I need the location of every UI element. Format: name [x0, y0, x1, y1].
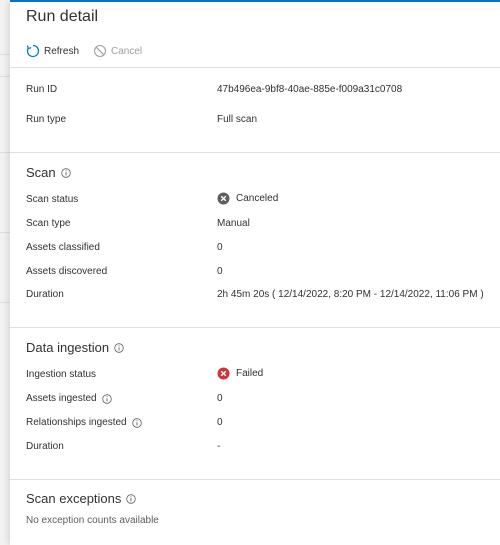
info-icon[interactable]: [114, 342, 124, 353]
assets-discovered-label: Assets discovered: [26, 266, 108, 277]
ingestion-status-text: Failed: [236, 368, 264, 379]
info-icon[interactable]: [126, 493, 137, 504]
refresh-button[interactable]: Refresh: [26, 44, 79, 58]
background-divider: [0, 152, 10, 153]
refresh-label: Refresh: [44, 45, 80, 57]
relationships-ingested-text: Relationships ingested: [26, 417, 127, 428]
scan-type-value: Manual: [217, 218, 250, 229]
assets-classified-value: 0: [217, 242, 223, 253]
scan-section-title: Scan: [26, 165, 71, 180]
ingestion-status-value: Failed: [217, 367, 263, 380]
ingestion-section-title: Data ingestion: [26, 340, 124, 355]
exceptions-section-title: Scan exceptions: [26, 491, 137, 506]
run-detail-panel: Run detail Refresh Cancel Run ID 47b496e…: [10, 2, 500, 545]
scan-duration-label: Duration: [26, 289, 64, 300]
background-divider: [0, 76, 10, 77]
assets-discovered-value: 0: [217, 266, 223, 277]
cancel-label: Cancel: [111, 45, 143, 57]
toolbar-separator: [10, 67, 500, 68]
run-type-value: Full scan: [217, 114, 258, 125]
run-id-label: Run ID: [26, 84, 58, 95]
background-divider: [0, 232, 10, 233]
info-icon[interactable]: [60, 167, 71, 178]
relationships-ingested-label: Relationships ingested: [26, 417, 142, 428]
ingestion-title-text: Data ingestion: [26, 340, 110, 355]
cancel-button[interactable]: Cancel: [93, 44, 142, 58]
section-separator: [10, 479, 500, 480]
scan-status-text: Canceled: [236, 193, 279, 204]
section-separator: [10, 327, 500, 328]
assets-ingested-label: Assets ingested: [26, 393, 112, 404]
failed-icon: [217, 367, 230, 380]
background-blade: [0, 0, 10, 545]
run-id-value: 47b496ea-9bf8-40ae-885e-f009a31c0708: [217, 84, 403, 95]
background-divider: [0, 302, 10, 303]
panel-title: Run detail: [26, 8, 99, 25]
info-icon[interactable]: [101, 393, 112, 404]
assets-classified-label: Assets classified: [26, 242, 100, 253]
toolbar: Refresh Cancel: [26, 40, 156, 62]
exceptions-message: No exception counts available: [26, 515, 159, 526]
canceled-icon: [217, 192, 230, 205]
relationships-ingested-value: 0: [217, 417, 223, 428]
ingestion-status-label: Ingestion status: [26, 369, 97, 380]
exceptions-title-text: Scan exceptions: [26, 491, 122, 506]
scan-title-text: Scan: [26, 165, 56, 180]
scan-status-label: Scan status: [26, 194, 79, 205]
ingestion-duration-label: Duration: [26, 441, 64, 452]
assets-ingested-text: Assets ingested: [26, 393, 97, 404]
ingestion-duration-value: -: [217, 441, 221, 452]
scan-type-label: Scan type: [26, 218, 71, 229]
refresh-icon: [26, 44, 40, 58]
run-type-label: Run type: [26, 114, 67, 125]
background-divider: [0, 54, 10, 55]
assets-ingested-value: 0: [217, 393, 223, 404]
cancel-icon: [93, 44, 107, 58]
section-separator: [10, 152, 500, 153]
info-icon[interactable]: [131, 417, 142, 428]
scan-status-value: Canceled: [217, 192, 278, 205]
scan-duration-value: 2h 45m 20s ( 12/14/2022, 8:20 PM - 12/14…: [217, 289, 484, 300]
